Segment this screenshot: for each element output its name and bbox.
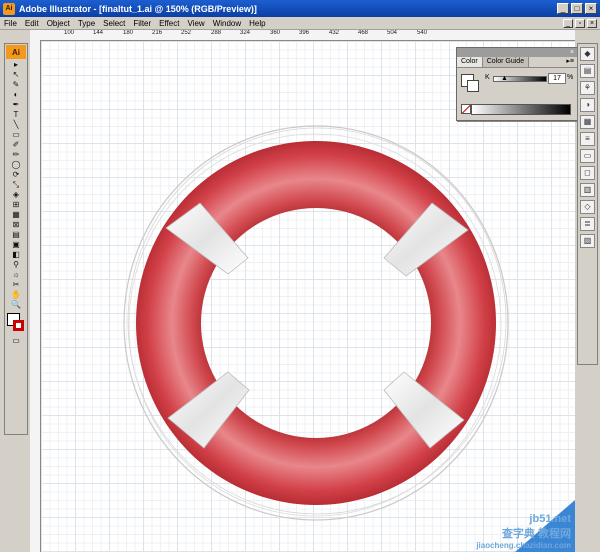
title-bar: Ai Adobe Illustrator - [finaltut_1.ai @ … <box>0 0 600 17</box>
column-graph-tool-icon[interactable]: ⊠ <box>6 220 26 230</box>
brushes-icon[interactable]: ▤ <box>580 64 595 78</box>
menu-edit[interactable]: Edit <box>21 19 43 28</box>
type-tool-icon[interactable]: T <box>6 110 26 120</box>
stroke-icon[interactable]: ▦ <box>580 115 595 129</box>
doc-minimize-button[interactable]: _ <box>563 18 573 28</box>
k-unit: % <box>567 74 574 81</box>
ruler-label: 288 <box>211 30 222 36</box>
doc-restore-button[interactable]: ▫ <box>575 18 585 28</box>
scale-tool-icon[interactable]: ⤡ <box>6 180 26 190</box>
ruler-label: 100 <box>64 30 75 36</box>
live-paint-tool-icon[interactable]: ☼ <box>6 270 26 280</box>
ruler-label: 432 <box>329 30 340 36</box>
ruler-label: 252 <box>181 30 192 36</box>
panel-stroke-swatch[interactable] <box>467 80 479 92</box>
magic-wand-tool-icon[interactable]: ✎ <box>6 80 26 90</box>
right-panel-dock: ◆ ▤ ⚘ ◑ ▦ ≡ ▭ ◻ ▥ ◇ ≣ ▨ <box>577 43 598 365</box>
watermark: jb51.net 查字典 教程网 jiaocheng.chazidian.com <box>476 513 571 550</box>
vertical-ruler <box>30 40 41 552</box>
panel-menu-icon[interactable]: ▸≡ <box>566 57 577 67</box>
tab-color-guide[interactable]: Color Guide <box>482 57 530 67</box>
appearance-icon[interactable]: ◻ <box>580 166 595 180</box>
pathfinder-icon[interactable]: ≣ <box>580 217 595 231</box>
color-panel: × Color Color Guide ▸≡ K ▲ 17 % <box>456 47 578 121</box>
pencil-tool-icon[interactable]: ✏ <box>6 150 26 160</box>
scissors-tool-icon[interactable]: ✂ <box>6 280 26 290</box>
ring-body <box>136 141 497 505</box>
watermark-line2: 查字典 教程网 <box>501 528 571 540</box>
menu-view[interactable]: View <box>183 19 208 28</box>
ruler-label: 468 <box>358 30 369 36</box>
horizontal-ruler: 100 144 180 216 252 288 324 360 396 432 … <box>30 30 575 41</box>
watermark-line3: jiaocheng.chazidian.com <box>476 541 571 550</box>
menu-effect[interactable]: Effect <box>155 19 183 28</box>
pen-tool-icon[interactable]: ✒ <box>6 100 26 110</box>
k-value-field[interactable]: 17 <box>548 73 566 84</box>
menu-type[interactable]: Type <box>74 19 99 28</box>
hand-tool-icon[interactable]: ✋ <box>6 290 26 300</box>
eyedropper-tool-icon[interactable]: ◧ <box>6 250 26 260</box>
align-icon[interactable]: ◇ <box>580 200 595 214</box>
k-slider-thumb[interactable]: ▲ <box>501 75 508 82</box>
direct-selection-tool-icon[interactable]: ↖ <box>6 70 26 80</box>
ruler-label: 540 <box>417 30 428 36</box>
menu-select[interactable]: Select <box>99 19 129 28</box>
transparency-icon[interactable]: ▭ <box>580 149 595 163</box>
illustrator-app-icon: Ai <box>3 2 15 15</box>
lasso-tool-icon[interactable]: ◐ <box>6 90 26 100</box>
rotate-tool-icon[interactable]: ⟳ <box>6 170 26 180</box>
ai-badge: Ai <box>6 45 26 59</box>
layers-icon[interactable]: ▥ <box>580 183 595 197</box>
channel-label: K <box>485 74 490 81</box>
zoom-tool-icon[interactable]: 🔍 <box>6 300 26 310</box>
menu-filter[interactable]: Filter <box>129 19 155 28</box>
menu-object[interactable]: Object <box>43 19 74 28</box>
symbol-sprayer-tool-icon[interactable]: ▦ <box>6 210 26 220</box>
maximize-button[interactable]: □ <box>571 3 583 14</box>
stroke-swatch[interactable] <box>13 320 24 331</box>
screen-mode-icon[interactable]: ▭ <box>6 336 26 346</box>
window-title: Adobe Illustrator - [finaltut_1.ai @ 150… <box>19 3 257 14</box>
lifebuoy-artwork[interactable] <box>116 108 516 538</box>
color-spectrum[interactable] <box>471 104 571 115</box>
free-transform-tool-icon[interactable]: ⊞ <box>6 200 26 210</box>
ruler-label: 324 <box>240 30 251 36</box>
ruler-label: 144 <box>93 30 104 36</box>
mesh-tool-icon[interactable]: ▤ <box>6 230 26 240</box>
ruler-label: 396 <box>299 30 310 36</box>
watermark-line1: jb51.net <box>529 513 571 525</box>
menu-bar: File Edit Object Type Select Filter Effe… <box>0 17 600 30</box>
warp-tool-icon[interactable]: ◈ <box>6 190 26 200</box>
graphic-styles-icon[interactable]: ◑ <box>580 98 595 112</box>
paintbrush-tool-icon[interactable]: ✐ <box>6 140 26 150</box>
symbols-icon[interactable]: ⚘ <box>580 81 595 95</box>
blend-tool-icon[interactable]: ⚲ <box>6 260 26 270</box>
menu-help[interactable]: Help <box>245 19 269 28</box>
close-button[interactable]: × <box>585 3 597 14</box>
swatches-icon[interactable]: ◆ <box>580 47 595 61</box>
panel-close-icon[interactable]: × <box>570 49 574 56</box>
selection-tool-icon[interactable]: ▸ <box>6 60 26 70</box>
tab-color[interactable]: Color <box>457 57 483 67</box>
fill-stroke-swatches[interactable] <box>6 312 26 334</box>
ruler-label: 360 <box>270 30 281 36</box>
menu-window[interactable]: Window <box>209 19 245 28</box>
tools-panel: Ai ▸ ↖ ✎ ◐ ✒ T ╲ ▭ ✐ ✏ ◯ ⟳ ⤡ ◈ ⊞ ▦ ⊠ ▤ ▣… <box>4 43 28 435</box>
minimize-button[interactable]: _ <box>557 3 569 14</box>
gradient-tool-icon[interactable]: ▣ <box>6 240 26 250</box>
ruler-label: 216 <box>152 30 163 36</box>
blob-tool-icon[interactable]: ◯ <box>6 160 26 170</box>
doc-close-button[interactable]: × <box>587 18 597 28</box>
rectangle-tool-icon[interactable]: ▭ <box>6 130 26 140</box>
navigator-icon[interactable]: ▨ <box>580 234 595 248</box>
ruler-label: 504 <box>387 30 398 36</box>
line-tool-icon[interactable]: ╲ <box>6 120 26 130</box>
gradient-icon[interactable]: ≡ <box>580 132 595 146</box>
menu-file[interactable]: File <box>0 19 21 28</box>
none-swatch[interactable] <box>461 104 471 114</box>
panel-header: × <box>457 48 577 57</box>
ruler-label: 180 <box>123 30 134 36</box>
